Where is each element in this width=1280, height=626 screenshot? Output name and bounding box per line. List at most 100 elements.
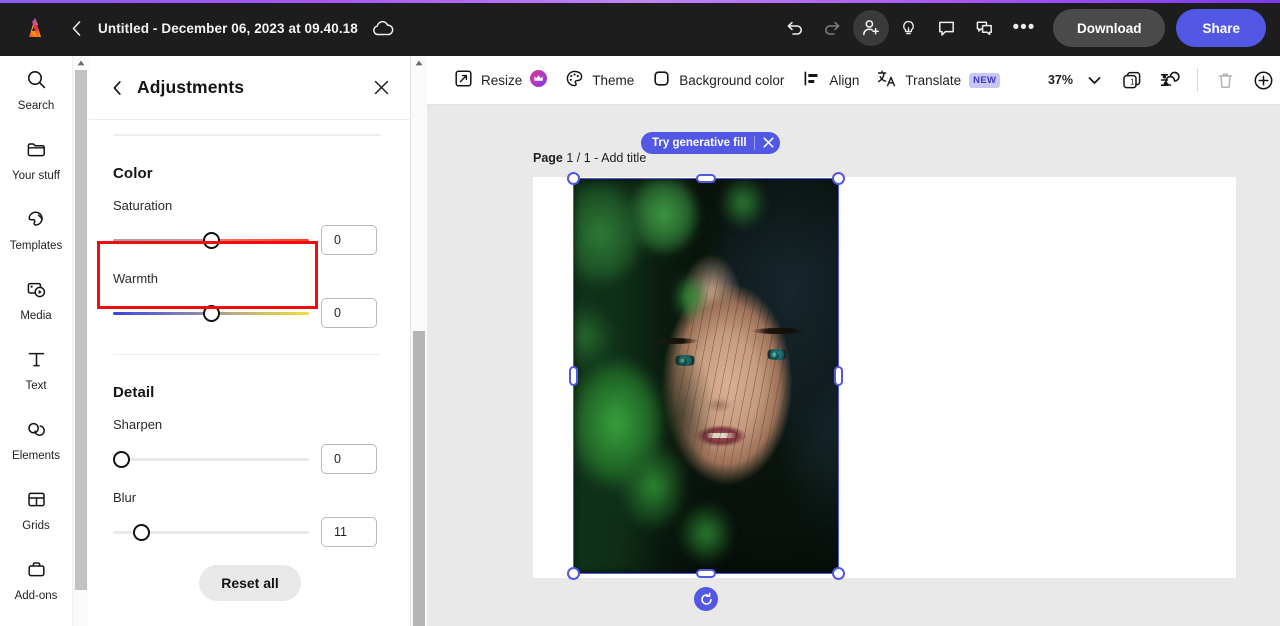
- sidebar-scrollbar[interactable]: [72, 56, 89, 626]
- sidebar-item-media[interactable]: Media: [0, 266, 72, 336]
- section-title-color: Color: [113, 165, 153, 182]
- sidebar-item-your-stuff[interactable]: Your stuff: [0, 126, 72, 196]
- sidebar-scrollbar-thumb[interactable]: [75, 70, 87, 590]
- sidebar-item-label: Templates: [9, 240, 63, 253]
- sidebar-item-label: Media: [20, 310, 52, 323]
- trash-icon[interactable]: [1208, 63, 1242, 97]
- page-label[interactable]: Page 1 / 1 - Add title: [533, 151, 646, 165]
- left-sidebar: Search Your stuff Templates Media Text E…: [0, 56, 72, 626]
- sidebar-item-elements[interactable]: Elements: [0, 406, 72, 476]
- toolbar-item-label: Resize: [481, 72, 523, 88]
- slider-knob[interactable]: [113, 451, 130, 468]
- control-blur: Blur 11: [113, 490, 387, 547]
- sidebar-item-label: Your stuff: [12, 170, 60, 183]
- sidebar-item-add-ons[interactable]: Add-ons: [0, 546, 72, 616]
- pages-icon[interactable]: 1: [1115, 63, 1149, 97]
- resize-handle-middle-right[interactable]: [834, 366, 843, 386]
- toolbar-item-label: Theme: [592, 72, 635, 88]
- toolbar-align-button[interactable]: Align: [793, 63, 868, 97]
- panel-back-button[interactable]: [107, 80, 127, 95]
- control-label: Saturation: [113, 198, 173, 213]
- zoom-level-value[interactable]: 37%: [1048, 73, 1073, 87]
- sidebar-item-label: Search: [17, 100, 55, 113]
- resize-handle-top-left[interactable]: [567, 172, 580, 185]
- lightbulb-icon[interactable]: [891, 10, 927, 46]
- download-button[interactable]: Download: [1052, 9, 1166, 47]
- add-person-icon[interactable]: [852, 10, 889, 46]
- layers-icon[interactable]: [1153, 63, 1187, 97]
- close-icon[interactable]: [762, 136, 776, 150]
- saturation-value-input[interactable]: 0: [321, 225, 377, 255]
- new-badge: NEW: [969, 72, 1001, 88]
- slider-knob[interactable]: [133, 524, 150, 541]
- top-bar: Untitled - December 06, 2023 at 09.40.18: [0, 0, 1280, 56]
- warmth-value-input[interactable]: 0: [321, 298, 377, 328]
- toolbar-translate-button[interactable]: Translate NEW: [868, 63, 1009, 97]
- page-label-bold: Page: [533, 151, 563, 165]
- add-circle-icon[interactable]: [1246, 63, 1280, 97]
- section-divider: [113, 354, 381, 355]
- adobe-express-logo[interactable]: [18, 11, 52, 45]
- more-options-icon[interactable]: •••: [1005, 10, 1043, 46]
- add-ons-icon: [26, 559, 47, 585]
- theme-palette-icon: [565, 69, 584, 91]
- blur-slider[interactable]: [113, 521, 309, 543]
- section-divider-top: [113, 134, 381, 136]
- sidebar-item-templates[interactable]: Templates: [0, 196, 72, 266]
- toolbar-right-group: 37% 1: [1048, 63, 1280, 97]
- panel-header: Adjustments: [89, 56, 411, 120]
- control-saturation: Saturation 0: [113, 198, 387, 255]
- premium-crown-icon: [530, 70, 548, 90]
- resize-handle-bottom-right[interactable]: [832, 567, 845, 580]
- align-icon: [802, 69, 821, 91]
- resize-handle-bottom-left[interactable]: [567, 567, 580, 580]
- badge-separator: [753, 136, 755, 150]
- reset-all-button[interactable]: Reset all: [199, 565, 301, 601]
- comment-icon[interactable]: [929, 10, 965, 46]
- blur-value-input[interactable]: 11: [321, 517, 377, 547]
- scroll-up-arrow-icon[interactable]: [73, 56, 89, 70]
- sidebar-item-text[interactable]: Text: [0, 336, 72, 406]
- control-label: Sharpen: [113, 417, 163, 432]
- undo-icon[interactable]: [777, 10, 813, 46]
- chevron-down-icon[interactable]: [1077, 63, 1111, 97]
- resize-handle-top-right[interactable]: [832, 172, 845, 185]
- sharpen-value-input[interactable]: 0: [321, 444, 377, 474]
- elements-icon: [26, 419, 47, 445]
- scroll-up-arrow-icon[interactable]: [411, 56, 427, 70]
- duplicate-comment-icon[interactable]: [967, 10, 1003, 46]
- selected-image-element[interactable]: [574, 179, 838, 573]
- saturation-slider[interactable]: [113, 229, 309, 251]
- toolbar-theme-button[interactable]: Theme: [556, 63, 643, 97]
- resize-handle-bottom-center[interactable]: [696, 569, 716, 578]
- toolbar-item-label: Translate: [905, 72, 962, 88]
- rotate-icon[interactable]: [694, 587, 718, 611]
- translate-icon: [877, 69, 897, 91]
- warmth-slider[interactable]: [113, 302, 309, 324]
- grids-icon: [26, 489, 47, 515]
- panel-scrollbar[interactable]: [411, 56, 427, 626]
- toolbar-resize-button[interactable]: Resize: [445, 63, 556, 97]
- slider-knob[interactable]: [203, 232, 220, 249]
- share-button[interactable]: Share: [1176, 9, 1266, 47]
- background-color-icon: [652, 69, 671, 91]
- adobe-express-editor: Untitled - December 06, 2023 at 09.40.18: [0, 0, 1280, 626]
- document-title[interactable]: Untitled - December 06, 2023 at 09.40.18: [98, 21, 358, 36]
- sharpen-slider[interactable]: [113, 448, 309, 470]
- toolbar-item-label: Background color: [679, 72, 785, 88]
- toolbar-background-color-button[interactable]: Background color: [643, 63, 793, 97]
- back-button[interactable]: [66, 15, 86, 41]
- sidebar-item-grids[interactable]: Grids: [0, 476, 72, 546]
- adjustments-panel: Adjustments Color Saturation 0 Warmth 0 …: [89, 56, 411, 626]
- close-icon[interactable]: [369, 76, 393, 100]
- slider-knob[interactable]: [203, 305, 220, 322]
- resize-handle-middle-left[interactable]: [569, 366, 578, 386]
- sidebar-item-label: Add-ons: [14, 590, 58, 603]
- try-generative-fill-badge[interactable]: Try generative fill: [641, 132, 780, 154]
- resize-handle-top-center[interactable]: [696, 174, 716, 183]
- sidebar-item-search[interactable]: Search: [0, 56, 72, 126]
- panel-scrollbar-thumb[interactable]: [413, 331, 425, 626]
- redo-icon[interactable]: [815, 10, 851, 46]
- toolbar-separator: [1197, 68, 1198, 92]
- resize-icon: [454, 69, 473, 91]
